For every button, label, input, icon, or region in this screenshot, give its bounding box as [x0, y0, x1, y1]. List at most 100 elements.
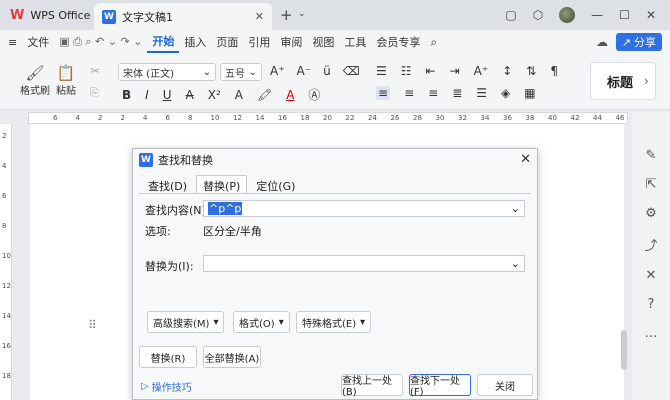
format-button[interactable]: 格式(O) ▾ — [233, 311, 290, 333]
search-icon[interactable]: ⌕ — [425, 35, 442, 50]
strikethrough-icon[interactable]: A — [186, 88, 194, 102]
minimize-icon[interactable]: — — [591, 8, 603, 22]
highlight-icon[interactable]: 🖍 — [257, 88, 272, 102]
tab-find[interactable]: 查找(D) — [141, 175, 194, 193]
dialog-close-icon[interactable]: ✕ — [520, 152, 531, 167]
ruler-tick-label: 2 — [120, 114, 125, 122]
drag-handle-icon[interactable]: ⠿ — [88, 318, 97, 332]
replace-button[interactable]: 替换(R) — [139, 346, 197, 368]
dialog-tabs: 查找(D) 替换(P) 定位(G) — [141, 175, 302, 193]
help-icon[interactable]: ? — [648, 297, 655, 312]
close-button[interactable]: 关闭 — [477, 374, 533, 396]
show-marks-icon[interactable]: ¶ — [550, 64, 558, 78]
writer-doc-icon: W — [139, 153, 153, 167]
chinese-layout-icon[interactable]: A⁺ — [474, 64, 489, 78]
replace-input[interactable]: ⌄ — [203, 255, 525, 272]
sort-icon[interactable]: ⇅ — [526, 64, 536, 78]
tab-page[interactable]: 页面 — [211, 34, 243, 50]
phonetic-icon[interactable]: ü — [323, 64, 331, 78]
find-input[interactable]: ^p^p ⌄ — [203, 200, 525, 217]
font-size-select[interactable]: 五号 ⌄ — [220, 63, 262, 81]
tab-goto[interactable]: 定位(G) — [249, 175, 302, 193]
window-close-icon[interactable]: ✕ — [646, 8, 656, 22]
underline-icon[interactable]: U — [163, 88, 172, 102]
borders-icon[interactable]: ▦ — [524, 86, 535, 100]
share-sidebar-icon[interactable]: ⤴ — [644, 235, 657, 254]
clear-format-icon[interactable]: ⌫ — [343, 64, 360, 78]
tab-reference[interactable]: 引用 — [243, 34, 275, 50]
bullet-list-icon[interactable]: ☰ — [376, 64, 387, 78]
decrease-indent-icon[interactable]: ⇤ — [426, 64, 436, 78]
tab-dropdown-icon[interactable]: ⌄ — [298, 9, 306, 19]
tab-view[interactable]: 视图 — [307, 34, 339, 50]
menu-file[interactable]: 文件 — [22, 34, 54, 50]
font-color-icon[interactable]: A — [286, 88, 294, 102]
shrink-font-icon[interactable]: A⁻ — [297, 64, 312, 78]
align-left-icon[interactable]: ≡ — [376, 86, 391, 100]
replace-label: 替换为(I): — [145, 260, 194, 273]
more-icon[interactable]: … — [645, 326, 658, 341]
char-border-icon[interactable]: Ⓐ — [308, 86, 320, 103]
tab-member[interactable]: 会员专享 — [371, 34, 425, 50]
ruler-tick-label: 2 — [98, 114, 103, 122]
cube-icon[interactable]: ⬡ — [533, 8, 543, 22]
vertical-ruler[interactable]: 2 4 6 8 10 12 14 16 18 — [0, 124, 12, 400]
align-right-icon[interactable]: ≡ — [428, 86, 438, 100]
ruler-tick-label: 22 — [345, 114, 355, 122]
cloud-icon[interactable]: ☁ — [596, 35, 608, 49]
share-button[interactable]: ↗ 分享 — [615, 33, 662, 51]
tools-icon[interactable]: ✕ — [646, 268, 657, 283]
tab-insert[interactable]: 插入 — [179, 34, 211, 50]
bold-icon[interactable]: B — [122, 88, 131, 102]
special-format-button[interactable]: 特殊格式(E) ▾ — [296, 311, 372, 333]
align-center-icon[interactable]: ≡ — [404, 86, 414, 100]
distribute-icon[interactable]: ☰ — [476, 86, 487, 100]
tab-replace[interactable]: 替换(P) — [196, 175, 248, 193]
replace-all-button[interactable]: 全部替换(A) — [203, 346, 261, 368]
cut-icon[interactable]: ✂ — [90, 64, 100, 78]
layout-icon[interactable]: ▢ — [505, 8, 516, 22]
shading-icon[interactable]: ◈ — [501, 86, 510, 100]
select-cursor-icon[interactable]: ⇱ — [646, 177, 657, 192]
font-tools-row1: A⁺ A⁻ ü ⌫ — [270, 64, 360, 78]
scrollbar-thumb[interactable] — [621, 330, 627, 370]
avatar[interactable] — [559, 7, 576, 23]
tab-tools[interactable]: 工具 — [339, 34, 371, 50]
document-tab[interactable]: W 文字文稿1 ✕ — [94, 3, 272, 30]
tab-review[interactable]: 审阅 — [275, 34, 307, 50]
vruler-tick-label: 12 — [2, 282, 11, 290]
find-previous-button[interactable]: 查找上一处(B) — [341, 374, 403, 398]
format-painter-label: 格式刷 — [20, 86, 50, 97]
hamburger-icon[interactable]: ≡ — [0, 36, 22, 49]
justify-icon[interactable]: ≣ — [452, 86, 462, 100]
superscript-icon[interactable]: X² — [208, 88, 221, 102]
tab-close-icon[interactable]: ✕ — [255, 10, 264, 23]
tips-link[interactable]: ▷ 操作技巧 — [141, 379, 192, 394]
format-painter-button[interactable]: 🖌 格式刷 — [20, 64, 50, 97]
tab-start[interactable]: 开始 — [147, 31, 180, 53]
ruler-tick-label: 34 — [480, 114, 490, 122]
grow-font-icon[interactable]: A⁺ — [270, 64, 285, 78]
font-name-select[interactable]: 宋体 (正文) ⌄ — [118, 63, 216, 81]
numbered-list-icon[interactable]: ☷ — [401, 64, 412, 78]
edit-icon[interactable]: ✎ — [646, 148, 657, 163]
italic-icon[interactable]: I — [145, 88, 149, 102]
paste-button[interactable]: 📋 粘贴 — [56, 64, 76, 97]
advanced-search-button[interactable]: 高级搜索(M) ▾ — [147, 311, 225, 333]
line-spacing-icon[interactable]: ↕ — [502, 64, 512, 78]
wps-home-tab[interactable]: W WPS Office — [0, 0, 92, 30]
right-sidebar: ✎ ⇱ ⚙ ⤴ ✕ ? … — [632, 112, 670, 400]
ruler-tick-label: 46 — [615, 114, 625, 122]
maximize-icon[interactable]: ☐ — [619, 8, 630, 22]
vruler-tick-label: 8 — [2, 222, 7, 230]
new-tab-icon[interactable]: + — [280, 6, 293, 24]
quick-toolbar-icons[interactable]: ▣ ⎙ ⌕ ↶ ⌄ ↷ ⌄ — [54, 35, 147, 49]
adjust-icon[interactable]: ⚙ — [645, 206, 657, 221]
find-next-button[interactable]: 查找下一处(F) — [409, 374, 471, 398]
chevron-right-icon[interactable]: › — [644, 74, 649, 88]
copy-icon[interactable]: ⎘ — [90, 86, 99, 100]
text-effect-icon[interactable]: A — [235, 88, 243, 102]
increase-indent-icon[interactable]: ⇥ — [450, 64, 460, 78]
horizontal-ruler[interactable]: 6 4 2 2 4 6 8 10 12 14 16 18 20 22 24 26 28 30 32 34 36 38 40 4… — [28, 112, 628, 124]
window-controls: ▢ ⬡ — ☐ ✕ — [505, 0, 670, 30]
